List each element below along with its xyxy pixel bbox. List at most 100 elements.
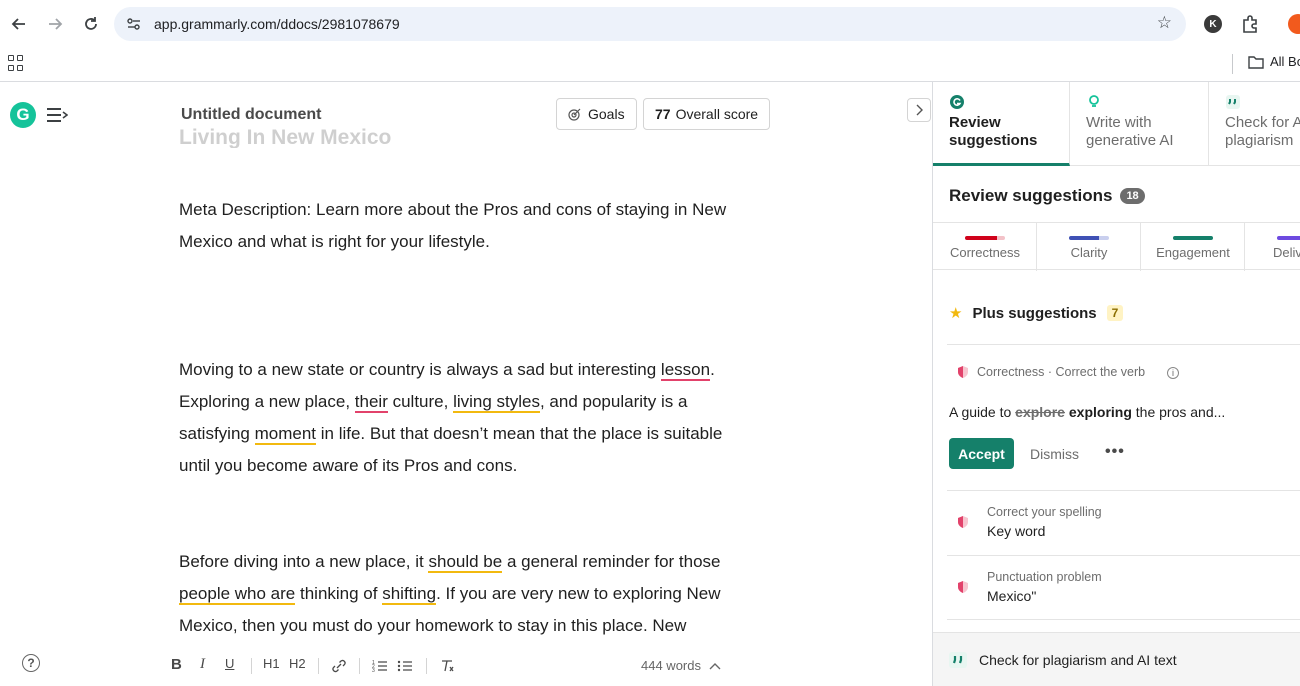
toolbar-divider <box>251 658 252 674</box>
quote-icon <box>949 651 967 668</box>
bold-button[interactable]: B <box>171 656 182 673</box>
category-label: Engagement <box>1156 245 1230 260</box>
italic-button[interactable]: I <box>200 656 205 673</box>
toolbar-divider <box>426 658 427 674</box>
paragraph-moving[interactable]: Moving to a new state or country is alwa… <box>179 354 779 482</box>
arrow-left-icon <box>11 18 25 30</box>
category-filters: Correctness Clarity Engagement Delivery <box>933 222 1300 271</box>
chevron-right-icon <box>916 104 923 116</box>
tab-review-suggestions[interactable]: Review suggestions <box>933 82 1070 166</box>
text-line: Before diving into a new place, it shoul… <box>179 552 721 573</box>
info-icon[interactable]: i <box>1167 367 1179 379</box>
more-options-button[interactable]: ••• <box>1105 443 1125 461</box>
text-line: Mexico and what is right for your lifest… <box>179 232 490 251</box>
plus-count-badge: 7 <box>1106 305 1124 321</box>
overall-score-button[interactable]: 77 Overall score <box>643 98 771 130</box>
back-button[interactable] <box>7 12 31 36</box>
document-editor: G Untitled document Goals 77 Overall sco… <box>0 82 932 686</box>
svg-text:3: 3 <box>372 668 375 673</box>
quote-icon <box>1226 95 1240 109</box>
goals-label: Goals <box>588 106 625 122</box>
address-bar[interactable]: app.grammarly.com/ddocs/2981078679 ☆ <box>114 7 1186 41</box>
word-count-label: 444 words <box>641 658 701 673</box>
collapse-panel-button[interactable] <box>907 98 931 122</box>
flagged-word[interactable]: people who are <box>179 584 296 605</box>
formatting-toolbar: ? B I U H1 H2 123 444 words <box>0 650 932 686</box>
site-info-icon[interactable] <box>126 16 142 32</box>
plus-label: Plus suggestions <box>972 304 1097 322</box>
flagged-word[interactable]: their <box>354 392 388 413</box>
bullet-list-icon[interactable] <box>397 659 413 673</box>
goals-button[interactable]: Goals <box>556 98 637 130</box>
score-bar <box>1277 236 1300 240</box>
review-suggestions-heading: Review suggestions 18 <box>949 186 1145 206</box>
tab-plagiarism[interactable]: Check for AI text & plagiarism <box>1209 82 1300 166</box>
text-line: people who are thinking of shifting. If … <box>179 584 721 605</box>
flagged-word[interactable]: lesson <box>660 360 711 381</box>
url-text[interactable]: app.grammarly.com/ddocs/2981078679 <box>154 16 400 32</box>
reload-button[interactable] <box>79 12 103 36</box>
numbered-list-icon[interactable]: 123 <box>372 659 388 673</box>
tab-generative-ai[interactable]: Write with generative AI <box>1070 82 1209 166</box>
menu-icon[interactable] <box>46 106 68 124</box>
forward-button[interactable] <box>43 12 67 36</box>
document-title[interactable]: Untitled document <box>181 106 321 124</box>
chevron-up-icon <box>709 663 721 670</box>
text-line: satisfying moment in life. But that does… <box>179 424 723 445</box>
text-line: Meta Description: Learn more about the P… <box>179 200 727 219</box>
browser-toolbar: app.grammarly.com/ddocs/2981078679 ☆ K <box>0 0 1300 48</box>
extensions-puzzle-icon[interactable] <box>1240 14 1260 34</box>
paragraph-meta-description[interactable]: Meta Description: Learn more about the P… <box>179 194 779 258</box>
flagged-word[interactable]: shifting <box>382 584 437 605</box>
plagiarism-check-button[interactable]: Check for plagiarism and AI text <box>933 632 1300 686</box>
reload-icon <box>85 17 97 30</box>
profile-avatar[interactable]: K <box>1204 15 1222 33</box>
link-icon[interactable] <box>331 659 347 673</box>
correctness-shield-icon <box>958 366 968 378</box>
underline-button[interactable]: U <box>225 656 234 671</box>
clear-formatting-icon[interactable] <box>440 659 454 673</box>
extension-badge[interactable] <box>1288 14 1300 34</box>
card-text: Mexico" <box>987 588 1037 604</box>
target-icon <box>568 108 581 121</box>
suggestion-card[interactable]: Punctuation problem Mexico" <box>947 555 1300 620</box>
document-heading[interactable]: Living In New Mexico <box>179 126 391 148</box>
flagged-word[interactable]: should be <box>428 552 503 573</box>
card-text: Key word <box>987 523 1046 539</box>
correctness-shield-icon <box>958 581 968 593</box>
bookmarks-divider <box>1232 54 1233 74</box>
grammarly-g-icon <box>950 95 964 109</box>
score-value: 77 <box>655 106 671 122</box>
category-clarity[interactable]: Clarity <box>1037 223 1141 271</box>
bookmark-star-icon[interactable]: ☆ <box>1157 13 1172 33</box>
suggestion-count-badge: 18 <box>1120 188 1145 204</box>
category-delivery[interactable]: Delivery <box>1245 223 1300 271</box>
dismiss-button[interactable]: Dismiss <box>1030 446 1079 462</box>
grammarly-logo-icon[interactable]: G <box>10 102 36 128</box>
flagged-word[interactable]: moment <box>254 424 317 445</box>
card-category: Correctness · Correct the verb <box>977 365 1146 379</box>
category-engagement[interactable]: Engagement <box>1141 223 1245 271</box>
star-icon: ★ <box>949 305 963 322</box>
card-category: Correct your spelling <box>987 505 1102 519</box>
all-bookmarks-label: All Bo <box>1270 54 1300 69</box>
heading1-button[interactable]: H1 <box>263 656 280 671</box>
suggestion-card-active[interactable]: Correctness · Correct the verb i A guide… <box>947 344 1300 490</box>
plus-suggestions-row[interactable]: ★ Plus suggestions 7 <box>949 304 1124 322</box>
help-icon[interactable]: ? <box>22 654 40 672</box>
toolbar-divider <box>318 658 319 674</box>
lightbulb-icon <box>1089 95 1099 107</box>
category-correctness[interactable]: Correctness <box>933 223 1037 271</box>
accept-button[interactable]: Accept <box>949 438 1014 469</box>
word-count[interactable]: 444 words <box>641 658 721 673</box>
score-bar <box>1069 236 1109 240</box>
flagged-word[interactable]: living styles <box>453 392 540 413</box>
paragraph-before-diving[interactable]: Before diving into a new place, it shoul… <box>179 546 779 642</box>
apps-grid-icon[interactable] <box>8 55 24 71</box>
heading2-button[interactable]: H2 <box>289 656 306 671</box>
plagiarism-label: Check for plagiarism and AI text <box>979 651 1177 668</box>
all-bookmarks-button[interactable]: All Bo <box>1248 54 1300 69</box>
correctness-shield-icon <box>958 516 968 528</box>
suggestion-card[interactable]: Correct your spelling Key word <box>947 490 1300 555</box>
review-title: Review suggestions <box>949 186 1113 205</box>
